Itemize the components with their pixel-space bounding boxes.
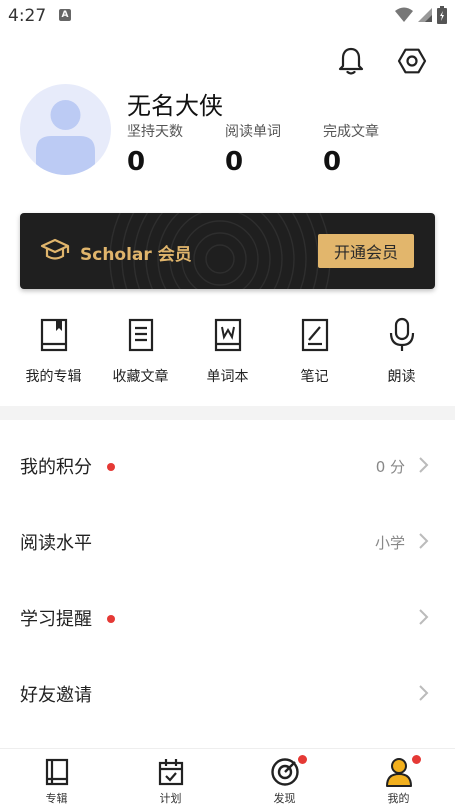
graduation-cap-icon bbox=[40, 238, 70, 260]
tab-label: 我的 bbox=[387, 792, 410, 805]
tab-albums[interactable]: 专辑 bbox=[0, 749, 113, 810]
shortcut-wordbook[interactable]: 单词本 bbox=[182, 316, 273, 386]
stat-value: 0 bbox=[323, 147, 342, 177]
stat-words[interactable]: 阅读单词 0 bbox=[225, 122, 315, 176]
open-vip-button[interactable]: 开通会员 bbox=[318, 234, 414, 268]
stat-value: 0 bbox=[127, 147, 146, 177]
shortcut-label: 收藏文章 bbox=[112, 369, 169, 385]
stat-value: 0 bbox=[225, 147, 244, 177]
settings-icon bbox=[397, 48, 427, 74]
shortcut-label: 我的专辑 bbox=[25, 369, 82, 385]
bell-icon bbox=[338, 47, 364, 75]
tab-plan[interactable]: 计划 bbox=[114, 749, 227, 810]
status-time: 4:27 bbox=[8, 6, 47, 26]
shortcut-label: 笔记 bbox=[300, 369, 329, 385]
wordbook-icon bbox=[214, 318, 241, 352]
album-icon bbox=[40, 318, 67, 352]
notification-button[interactable] bbox=[333, 43, 369, 79]
shortcut-read-aloud[interactable]: 朗读 bbox=[356, 316, 447, 386]
menu-item-reading-level[interactable]: 阅读水平 小学 bbox=[0, 503, 455, 579]
stat-label: 坚持天数 bbox=[127, 124, 183, 140]
settings-button[interactable] bbox=[394, 43, 430, 79]
signal-icon bbox=[418, 8, 432, 22]
shortcut-grid: 我的专辑 收藏文章 单词本 笔记 朗读 bbox=[0, 316, 455, 396]
bottom-tab-bar: 专辑 计划 发现 我的 bbox=[0, 748, 455, 810]
book-icon bbox=[45, 758, 68, 786]
shortcut-label: 朗读 bbox=[387, 369, 416, 385]
chevron-right-icon bbox=[419, 533, 429, 549]
shortcut-label: 单词本 bbox=[206, 369, 249, 385]
stat-articles[interactable]: 完成文章 0 bbox=[323, 122, 413, 176]
stat-label: 完成文章 bbox=[323, 124, 379, 140]
chevron-right-icon bbox=[419, 609, 429, 625]
notification-dot bbox=[297, 755, 307, 764]
tab-label: 发现 bbox=[273, 792, 296, 805]
stat-days[interactable]: 坚持天数 0 bbox=[127, 122, 217, 176]
menu-value: 小学 bbox=[374, 534, 405, 552]
notification-dot bbox=[107, 615, 115, 623]
user-icon bbox=[385, 758, 412, 787]
notification-dot bbox=[411, 755, 421, 764]
stat-label: 阅读单词 bbox=[225, 124, 281, 140]
username[interactable]: 无名大侠 bbox=[127, 86, 223, 121]
shortcut-saved-articles[interactable]: 收藏文章 bbox=[95, 316, 186, 386]
menu-label: 学习提醒 bbox=[20, 609, 92, 630]
chevron-right-icon bbox=[419, 685, 429, 701]
target-icon bbox=[270, 758, 299, 786]
menu-item-study-reminder[interactable]: 学习提醒 bbox=[0, 579, 455, 655]
menu-item-points[interactable]: 我的积分 0 分 bbox=[0, 427, 455, 503]
menu-label: 好友邀请 bbox=[20, 685, 92, 706]
calendar-icon bbox=[158, 759, 183, 786]
shortcut-notes[interactable]: 笔记 bbox=[269, 316, 360, 386]
notification-app-icon: A bbox=[59, 9, 71, 21]
menu-value: 0 分 bbox=[375, 458, 405, 476]
menu-item-invite-friends[interactable]: 好友邀请 bbox=[0, 655, 455, 731]
article-icon bbox=[128, 318, 153, 352]
user-avatar-icon bbox=[36, 100, 95, 175]
vip-title: Scholar 会员 bbox=[80, 245, 192, 265]
tab-label: 计划 bbox=[159, 792, 182, 805]
avatar[interactable] bbox=[20, 84, 111, 175]
menu-label: 我的积分 bbox=[20, 457, 92, 478]
note-icon bbox=[301, 318, 328, 352]
tab-discover[interactable]: 发现 bbox=[228, 749, 341, 810]
chevron-right-icon bbox=[419, 457, 429, 473]
tab-label: 专辑 bbox=[45, 792, 68, 805]
microphone-icon bbox=[389, 317, 414, 351]
tab-me[interactable]: 我的 bbox=[342, 749, 455, 810]
status-bar: 4:27 A bbox=[0, 0, 455, 32]
shortcut-my-albums[interactable]: 我的专辑 bbox=[8, 316, 99, 386]
notification-dot bbox=[107, 463, 115, 471]
menu-label: 阅读水平 bbox=[20, 533, 92, 554]
status-icons bbox=[395, 6, 447, 24]
battery-icon bbox=[437, 6, 447, 24]
section-divider bbox=[0, 406, 455, 420]
vip-card[interactable]: Scholar 会员 开通会员 bbox=[20, 213, 435, 289]
wifi-icon bbox=[395, 7, 413, 22]
